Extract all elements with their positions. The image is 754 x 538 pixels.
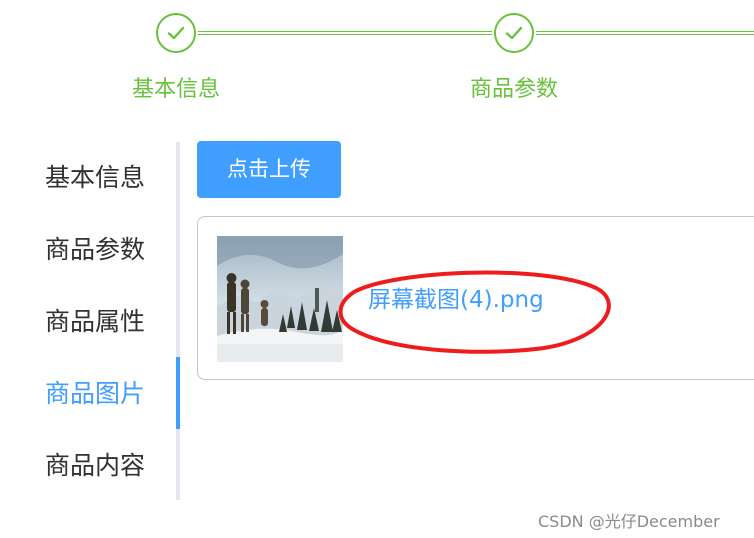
step-2-status: [494, 13, 534, 53]
tab-basic-info[interactable]: 基本信息: [20, 142, 170, 214]
tab-product-attributes[interactable]: 商品属性: [20, 286, 170, 358]
tab-active-indicator: [176, 357, 180, 429]
page: 基本信息 商品参数 基本信息 商品参数 商品属性 商品图片 商品内容 点击上传: [0, 0, 754, 538]
check-icon: [505, 26, 523, 40]
watermark: CSDN @光仔December: [538, 512, 720, 531]
image-thumbnail[interactable]: [217, 236, 343, 362]
upload-file-card: 屏幕截图(4).png: [197, 216, 754, 380]
tab-product-params[interactable]: 商品参数: [20, 214, 170, 286]
tab-product-images[interactable]: 商品图片: [20, 358, 170, 430]
check-icon: [167, 26, 185, 40]
upload-button[interactable]: 点击上传: [197, 141, 341, 198]
step-connector-line: [198, 31, 492, 35]
step-connector-line: [536, 31, 754, 35]
step-1-title: 基本信息: [131, 77, 220, 102]
tab-rail: [176, 142, 180, 500]
tab-product-content[interactable]: 商品内容: [20, 430, 170, 502]
step-2-title: 商品参数: [469, 77, 558, 102]
uploaded-file-name[interactable]: 屏幕截图(4).png: [368, 285, 544, 315]
step-1-status: [156, 13, 196, 53]
